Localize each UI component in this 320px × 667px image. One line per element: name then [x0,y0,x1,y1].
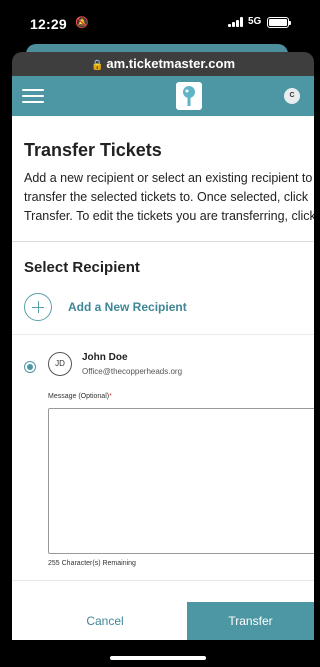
cellular-signal-icon [228,17,244,27]
divider [12,580,314,581]
description-line: transfer the selected tickets to. Once s… [24,190,309,204]
copperhead-logo-icon [183,86,195,106]
plus-circle-icon [24,293,52,321]
transfer-button[interactable]: Transfer [187,602,314,640]
lock-icon: 🔒 [90,60,104,71]
browser-url-bar[interactable]: 🔒 am.ticketmaster.com [12,52,314,76]
message-label: Message (Optional)* [48,393,112,400]
page-description: Add a new recipient or select an existin… [24,169,314,226]
recipient-radio[interactable] [24,361,36,373]
recipient-name: John Doe [82,352,128,363]
action-footer: Cancel Transfer [12,580,314,640]
character-counter: 255 Character(s) Remaining [48,560,136,567]
description-line: Add a new recipient or select an existin… [24,171,313,185]
silent-bell-icon: 🔕 [75,17,89,29]
divider [12,334,314,335]
description-line: Transfer. To edit the tickets you are tr… [24,209,314,223]
user-avatar[interactable]: C [284,88,300,104]
required-mark: * [109,393,112,400]
battery-icon [267,17,291,28]
url-text: am.ticketmaster.com [106,56,236,71]
recipient-email: Office@thecopperheads.org [82,367,183,376]
transfer-panel: Transfer Tickets Add a new recipient or … [12,116,314,580]
recipient-avatar: JD [48,352,72,376]
status-time: 12:29 [30,16,67,32]
app-header: C [12,76,314,116]
message-label-text: Message (Optional) [48,393,110,400]
network-type: 5G [248,16,262,27]
status-bar: 12:29 🔕 5G [0,0,314,44]
page-title: Transfer Tickets [24,140,162,160]
divider [12,241,314,242]
home-indicator[interactable] [110,656,206,660]
cancel-button[interactable]: Cancel [12,602,198,640]
message-input[interactable] [48,408,314,554]
menu-icon[interactable] [22,88,44,104]
add-recipient-label: Add a New Recipient [68,300,187,314]
section-title: Select Recipient [24,259,140,276]
team-logo[interactable] [176,82,202,110]
